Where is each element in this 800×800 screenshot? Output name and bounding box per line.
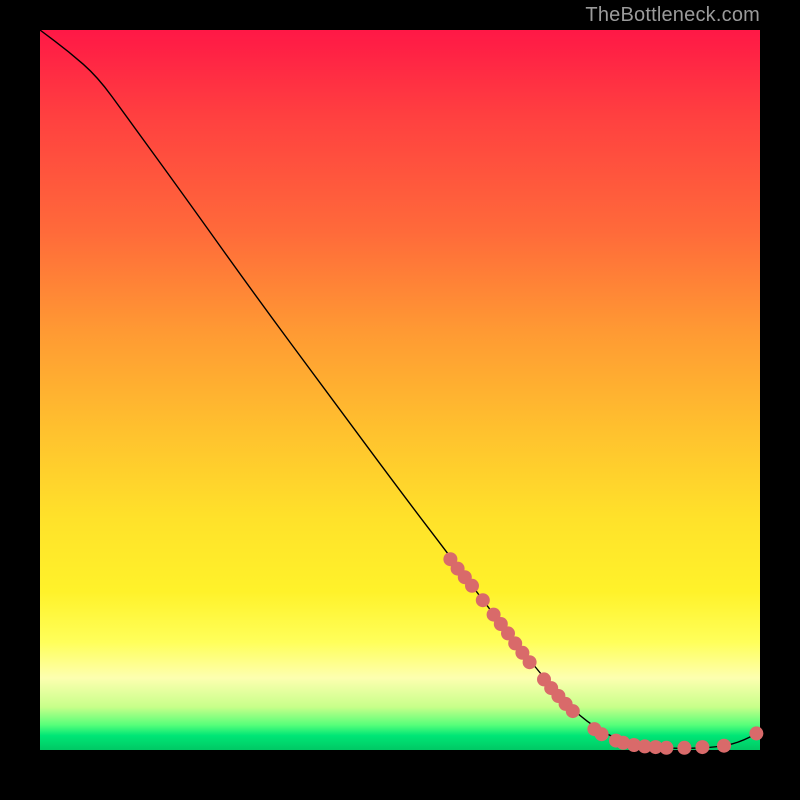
bottleneck-curve [40,30,760,748]
attribution-label: TheBottleneck.com [585,4,760,27]
highlight-dot [677,741,691,755]
highlight-dot [717,739,731,753]
highlight-dot [476,593,490,607]
highlight-dot [659,741,673,755]
highlight-dot [566,704,580,718]
highlight-dot [465,579,479,593]
highlight-dot [749,726,763,740]
plot-area [40,30,760,750]
highlight-dot [695,740,709,754]
chart-container: TheBottleneck.com [0,0,800,800]
chart-svg [40,30,760,750]
highlight-dots [443,552,763,755]
highlight-dot [523,655,537,669]
highlight-dot [595,727,609,741]
